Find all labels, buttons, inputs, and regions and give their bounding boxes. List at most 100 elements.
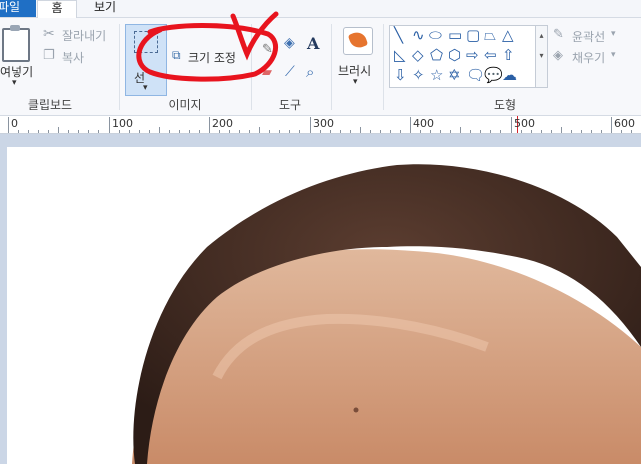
ruler-tick — [460, 127, 461, 133]
color-picker-icon[interactable]: ⟋ — [285, 64, 295, 80]
ruler-tick — [531, 130, 532, 133]
diamond-shape-icon[interactable]: ◇ — [412, 47, 424, 63]
ruler-tick — [440, 130, 441, 133]
curve-shape-icon[interactable]: ∿ — [412, 27, 425, 43]
cloud-callout-shape-icon[interactable]: ☁ — [502, 67, 517, 83]
ruler-tick — [88, 130, 89, 133]
ruler-tick — [229, 130, 230, 133]
line-shape-icon[interactable]: ╲ — [394, 27, 403, 43]
down-arrow-shape-icon[interactable]: ⇩ — [394, 67, 407, 83]
tools-group-label: 도구 — [278, 98, 302, 112]
ruler-tick — [511, 117, 512, 133]
six-star-shape-icon[interactable]: ✡ — [448, 67, 461, 83]
fill-dropdown-icon[interactable]: ▾ — [611, 50, 616, 60]
horizontal-ruler: 0 100 200 300 400 500 600 — [0, 116, 641, 134]
ruler-tick — [8, 117, 9, 133]
polygon-shape-icon[interactable]: ⏢ — [484, 27, 496, 43]
ribbon: 여넣기 ▾ ✂ 잘라내기 ❐ 복사 클립보드 선 ▾ ⧉ 크기 조정 이미지 ✎… — [0, 18, 641, 116]
ruler-tick — [239, 130, 240, 133]
tab-home-label: 홈 — [51, 1, 63, 15]
ruler-tick — [561, 127, 562, 133]
clipboard-group-label: 클립보드 — [27, 98, 73, 112]
ruler-tick — [541, 130, 542, 133]
magnifier-icon[interactable]: ⌕ — [306, 63, 314, 81]
paste-dropdown-icon[interactable]: ▾ — [12, 78, 17, 88]
ruler-tick — [219, 130, 220, 133]
ruler-tick — [360, 127, 361, 133]
ruler-tick — [390, 130, 391, 133]
triangle-shape-icon[interactable]: △ — [502, 27, 514, 43]
ruler-tick — [601, 130, 602, 133]
rounded-rect-shape-icon[interactable]: ▢ — [466, 27, 480, 43]
select-icon — [134, 31, 158, 53]
rectangle-shape-icon[interactable]: ▭ — [448, 27, 462, 43]
ruler-tick — [78, 130, 79, 133]
ruler-tick — [581, 130, 582, 133]
outline-button[interactable]: 윤곽선 — [572, 28, 605, 45]
ruler-tick — [209, 117, 210, 133]
five-star-shape-icon[interactable]: ☆ — [430, 67, 443, 83]
fill-bucket-icon[interactable]: ◈ — [284, 35, 295, 51]
shapes-scroll[interactable]: ▴ ▾ — [535, 25, 548, 88]
resize-icon: ⧉ — [172, 48, 181, 62]
divider — [251, 24, 252, 110]
ruler-tick — [310, 117, 311, 133]
ruler-tick-label: 100 — [112, 117, 133, 130]
oval-shape-icon[interactable]: ⬭ — [429, 27, 442, 43]
ruler-tick — [611, 117, 612, 133]
up-arrow-shape-icon[interactable]: ⇧ — [502, 47, 515, 63]
divider — [119, 24, 120, 110]
image-canvas[interactable] — [7, 147, 641, 464]
four-star-shape-icon[interactable]: ✧ — [412, 67, 425, 83]
ruler-tick — [58, 127, 59, 133]
shapes-gallery[interactable]: ╲ ∿ ⬭ ▭ ▢ ⏢ △ ◺ ◇ ⬠ ⬡ ⇨ ⇦ ⇧ ⇩ ✧ ☆ ✡ 🗨 💬 … — [389, 25, 537, 88]
right-arrow-shape-icon[interactable]: ⇨ — [466, 47, 479, 63]
portrait-photo — [132, 164, 641, 464]
cut-button[interactable]: 잘라내기 — [62, 27, 106, 44]
select-button[interactable]: 선 ▾ — [125, 24, 167, 96]
ruler-tick — [450, 130, 451, 133]
ruler-tick — [571, 130, 572, 133]
resize-button[interactable]: 크기 조정 — [188, 49, 236, 66]
ruler-tick — [621, 130, 622, 133]
left-arrow-shape-icon[interactable]: ⇦ — [484, 47, 497, 63]
callout-oval-shape-icon[interactable]: 💬 — [484, 67, 503, 83]
ruler-tick — [159, 127, 160, 133]
tab-home[interactable]: 홈 — [37, 0, 77, 18]
ruler-tick — [521, 130, 522, 133]
ruler-tick — [500, 130, 501, 133]
ruler-tick — [299, 130, 300, 133]
select-dropdown-icon: ▾ — [143, 83, 148, 93]
ruler-tick — [289, 130, 290, 133]
text-icon[interactable]: A — [307, 34, 319, 53]
outline-dropdown-icon[interactable]: ▾ — [611, 29, 616, 39]
ruler-tick — [269, 130, 270, 133]
ruler-tick — [38, 130, 39, 133]
ruler-tick — [68, 130, 69, 133]
ruler-tick-label: 400 — [413, 117, 434, 130]
eraser-icon[interactable]: ▰ — [262, 65, 272, 80]
tab-view[interactable]: 보기 — [86, 0, 124, 17]
ruler-tick — [259, 127, 260, 133]
brush-icon[interactable] — [343, 27, 373, 55]
ruler-tick — [139, 130, 140, 133]
copy-button[interactable]: 복사 — [62, 49, 84, 66]
tab-file[interactable]: 파일 — [0, 0, 36, 17]
ruler-tick — [400, 130, 401, 133]
shapes-group-label: 도형 — [493, 98, 517, 112]
ruler-tick — [189, 130, 190, 133]
ruler-tick — [340, 130, 341, 133]
hexagon-shape-icon[interactable]: ⬡ — [448, 47, 461, 63]
ruler-tick — [430, 130, 431, 133]
ruler-tick-label: 200 — [212, 117, 233, 130]
ruler-tick-label: 300 — [313, 117, 334, 130]
pencil-icon[interactable]: ✎ — [262, 42, 273, 57]
ruler-tick — [18, 130, 19, 133]
brushes-dropdown-icon[interactable]: ▾ — [353, 77, 358, 87]
pentagon-shape-icon[interactable]: ⬠ — [430, 47, 443, 63]
paste-icon[interactable] — [2, 25, 30, 62]
callout-rect-shape-icon[interactable]: 🗨 — [466, 67, 485, 83]
right-triangle-shape-icon[interactable]: ◺ — [394, 47, 406, 63]
fill-button[interactable]: 채우기 — [572, 49, 605, 66]
ruler-tick — [119, 130, 120, 133]
